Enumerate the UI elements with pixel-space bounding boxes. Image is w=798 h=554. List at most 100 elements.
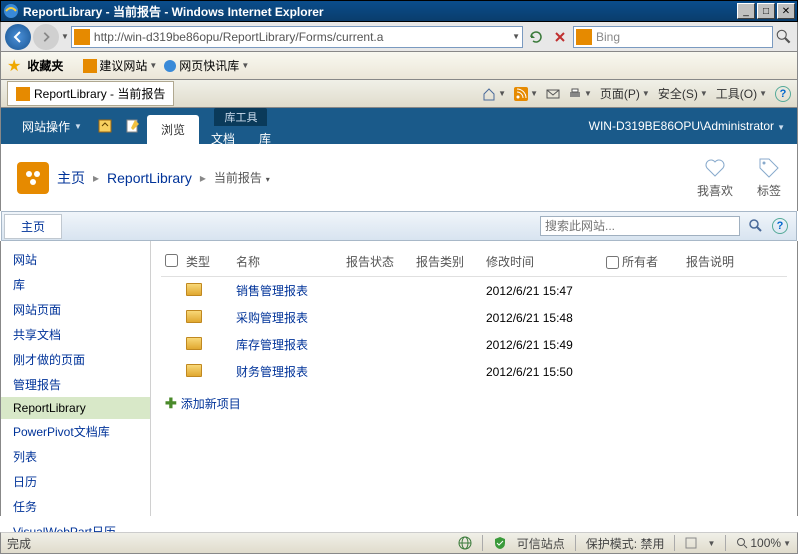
- shield-check-icon: [493, 536, 507, 550]
- site-search-input[interactable]: [540, 216, 740, 236]
- site-logo-icon[interactable]: [17, 162, 49, 194]
- refresh-button[interactable]: [526, 27, 546, 47]
- table-row[interactable]: 销售管理报表2012/6/21 15:47: [161, 277, 787, 305]
- i-like-it-button[interactable]: 我喜欢: [697, 156, 733, 199]
- edit-page-icon[interactable]: [125, 118, 141, 134]
- suggested-sites-link[interactable]: 建议网站 ▼: [83, 57, 157, 74]
- home-icon: [482, 87, 496, 101]
- search-go-button[interactable]: [775, 28, 793, 46]
- search-go-icon[interactable]: [748, 218, 764, 234]
- quicklaunch-item[interactable]: 管理报告: [1, 372, 150, 397]
- quicklaunch-item[interactable]: 刚才做的页面: [1, 347, 150, 372]
- favorites-bar: ★ 收藏夹 建议网站 ▼ 网页快讯库 ▼: [0, 52, 798, 80]
- tags-button[interactable]: 标签: [757, 156, 781, 199]
- favorites-star-icon[interactable]: ★: [7, 56, 21, 76]
- tag-icon: [757, 156, 781, 180]
- navigate-up-icon[interactable]: [97, 118, 113, 134]
- browser-navbar: ▼ http://win-d319be86opu/ReportLibrary/F…: [0, 22, 798, 52]
- user-menu[interactable]: WIN-D319BE86OPU\Administrator ▼: [589, 119, 785, 133]
- breadcrumb-home[interactable]: 主页: [57, 168, 85, 188]
- col-type[interactable]: 类型: [182, 247, 232, 277]
- arrow-right-icon: [40, 31, 52, 43]
- ie-home-button[interactable]: ▼: [482, 87, 506, 101]
- table-row[interactable]: 库存管理报表 2012/6/21 15:49: [161, 331, 787, 358]
- quicklaunch-item[interactable]: ReportLibrary: [1, 397, 150, 419]
- col-owner[interactable]: 所有者: [602, 247, 682, 277]
- quicklaunch-item[interactable]: 网站页面: [1, 297, 150, 322]
- col-status[interactable]: 报告状态: [342, 247, 412, 277]
- bing-icon: [576, 29, 592, 45]
- table-row[interactable]: 采购管理报表 2012/6/21 15:48: [161, 304, 787, 331]
- site-actions-menu[interactable]: 网站操作 ▼: [13, 113, 91, 140]
- ie-mail-button[interactable]: [546, 87, 560, 101]
- window-titlebar: ReportLibrary - 当前报告 - Windows Internet …: [0, 0, 798, 22]
- chevron-right-icon: ▸: [93, 171, 99, 185]
- tab-title: ReportLibrary - 当前报告: [34, 85, 165, 102]
- browser-tab[interactable]: ReportLibrary - 当前报告: [7, 81, 174, 106]
- sp-help-button[interactable]: ?: [772, 218, 788, 234]
- folder-icon: [186, 310, 202, 323]
- plus-icon: ✚: [165, 395, 177, 412]
- breadcrumb-area: 主页 ▸ ReportLibrary ▸ 当前报告 ▾ 我喜欢 标签: [0, 144, 798, 211]
- quicklaunch-item[interactable]: 日历: [1, 469, 150, 494]
- breadcrumb-library[interactable]: ReportLibrary: [107, 170, 192, 186]
- quickinfo-link[interactable]: 网页快讯库 ▼: [163, 57, 249, 74]
- browser-search-input[interactable]: [596, 30, 770, 44]
- stop-button[interactable]: [550, 27, 570, 47]
- favorites-label[interactable]: 收藏夹: [27, 57, 63, 74]
- nav-history-dropdown[interactable]: ▼: [61, 32, 69, 41]
- col-category[interactable]: 报告类别: [412, 247, 482, 277]
- item-modified: 2012/6/21 15:49: [482, 331, 602, 358]
- quicklaunch-item[interactable]: 任务: [1, 494, 150, 519]
- ie-feeds-button[interactable]: ▼: [514, 87, 538, 101]
- maximize-button[interactable]: □: [757, 3, 775, 19]
- ie-tools-menu[interactable]: 工具(O)▼: [716, 85, 767, 102]
- item-name[interactable]: 库存管理报表: [232, 331, 342, 358]
- report-table: 类型 名称 报告状态 报告类别 修改时间 所有者 报告说明 销售管理报表2012…: [161, 247, 787, 385]
- table-header-row: 类型 名称 报告状态 报告类别 修改时间 所有者 报告说明: [161, 247, 787, 277]
- quicklaunch-item[interactable]: PowerPivot文档库: [1, 419, 150, 444]
- item-name[interactable]: 财务管理报表: [232, 358, 342, 385]
- ie-tabbar: ReportLibrary - 当前报告 ▼ ▼ ▼ 页面(P)▼ 安全(S)▼…: [0, 80, 798, 108]
- status-dropdown[interactable]: ▼: [707, 539, 715, 548]
- rss-icon: [514, 87, 528, 101]
- ie-help-button[interactable]: ?: [775, 86, 791, 102]
- col-modified[interactable]: 修改时间: [482, 247, 602, 277]
- close-button[interactable]: ✕: [777, 3, 795, 19]
- select-all-checkbox[interactable]: [165, 254, 178, 267]
- table-row[interactable]: 财务管理报表2012/6/21 15:50: [161, 358, 787, 385]
- quicklaunch-item[interactable]: 网站: [1, 247, 150, 272]
- forward-button[interactable]: [33, 24, 59, 50]
- ie-safety-menu[interactable]: 安全(S)▼: [658, 85, 708, 102]
- tab-browse[interactable]: 浏览: [147, 115, 199, 144]
- quicklaunch-item[interactable]: 列表: [1, 444, 150, 469]
- popup-blocker-icon[interactable]: [685, 537, 697, 549]
- site-favicon-icon: [74, 29, 90, 45]
- zoom-control[interactable]: 100% ▼: [736, 536, 791, 550]
- topnav-home[interactable]: 主页: [4, 214, 62, 239]
- add-new-item[interactable]: ✚添加新项目: [161, 385, 787, 422]
- address-bar[interactable]: http://win-d319be86opu/ReportLibrary/For…: [71, 26, 523, 48]
- status-protected: 保护模式: 禁用: [586, 535, 665, 552]
- item-name[interactable]: 销售管理报表: [232, 277, 342, 305]
- item-name[interactable]: 采购管理报表: [232, 304, 342, 331]
- quicklaunch-item[interactable]: 库: [1, 272, 150, 297]
- ie-page-menu[interactable]: 页面(P)▼: [600, 85, 650, 102]
- breadcrumb-current: 当前报告 ▾: [214, 169, 270, 186]
- quicklaunch-item[interactable]: 共享文档: [1, 322, 150, 347]
- sp-ribbon: 网站操作 ▼ 浏览 库工具 文档 库 WIN-D319BE86OPU\Admin…: [0, 108, 798, 144]
- col-desc[interactable]: 报告说明: [682, 247, 787, 277]
- browser-search-bar[interactable]: [573, 26, 773, 48]
- back-button[interactable]: [5, 24, 31, 50]
- owner-checkbox[interactable]: [606, 256, 619, 269]
- ie-icon: [3, 3, 19, 19]
- col-name[interactable]: 名称: [232, 247, 342, 277]
- globe-icon: [458, 536, 472, 550]
- minimize-button[interactable]: _: [737, 3, 755, 19]
- tab-documents[interactable]: 文档: [199, 126, 247, 151]
- tab-library[interactable]: 库: [247, 126, 283, 151]
- list-view: 类型 名称 报告状态 报告类别 修改时间 所有者 报告说明 销售管理报表2012…: [151, 241, 797, 516]
- item-modified: 2012/6/21 15:48: [482, 304, 602, 331]
- ie-print-button[interactable]: ▼: [568, 87, 592, 101]
- url-dropdown[interactable]: ▼: [512, 32, 520, 41]
